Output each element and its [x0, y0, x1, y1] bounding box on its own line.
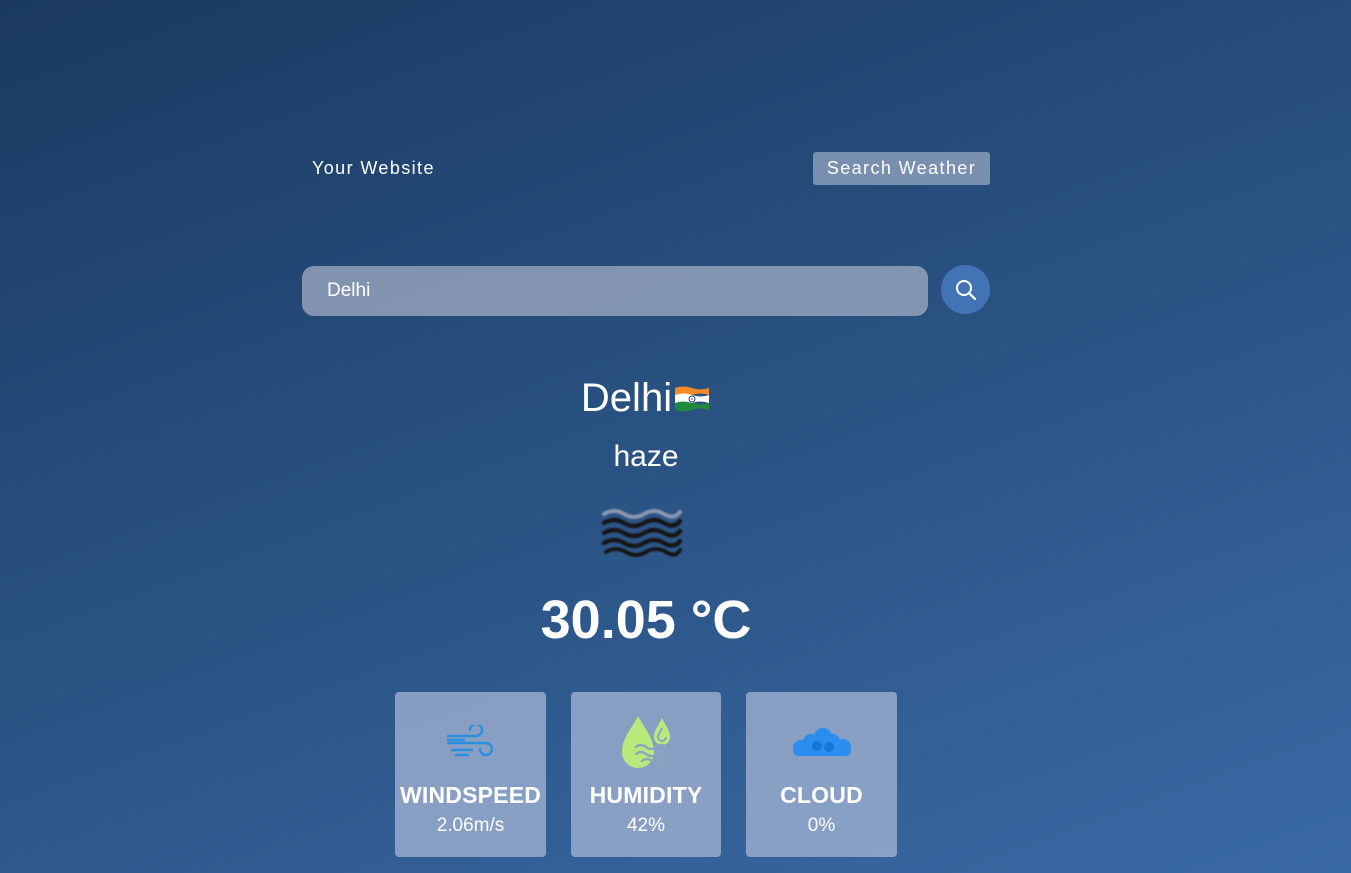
haze-icon [601, 509, 683, 557]
brand-link[interactable]: Your Website [312, 158, 435, 179]
wind-icon [446, 725, 493, 757]
city-label: Delhi [580, 376, 673, 420]
search-button[interactable] [941, 265, 990, 314]
humidity-card: HUMIDITY 42% [571, 692, 721, 857]
top-nav: Your Website Search Weather [302, 152, 990, 185]
humidity-value: 42% [626, 815, 666, 836]
cloud-label: CLOUD [780, 782, 863, 808]
cloud-card: CLOUD 0% [746, 692, 897, 857]
city-search-input[interactable] [302, 266, 928, 316]
windspeed-value: 2.06m/s [436, 815, 505, 836]
humidity-drops-icon [622, 716, 670, 768]
windspeed-card: WINDSPEED 2.06m/s [395, 692, 546, 857]
windspeed-label: WINDSPEED [399, 782, 542, 808]
temperature: 30.05 °C [540, 590, 752, 650]
weather-description: haze [613, 440, 679, 473]
city-name: Delhi [0, 376, 1292, 420]
india-flag-icon [675, 386, 710, 412]
cloud-value: 0% [807, 815, 836, 836]
cloud-icon [792, 728, 851, 756]
humidity-label: HUMIDITY [589, 782, 703, 808]
search-weather-button[interactable]: Search Weather [813, 152, 990, 185]
search-icon [955, 279, 976, 300]
